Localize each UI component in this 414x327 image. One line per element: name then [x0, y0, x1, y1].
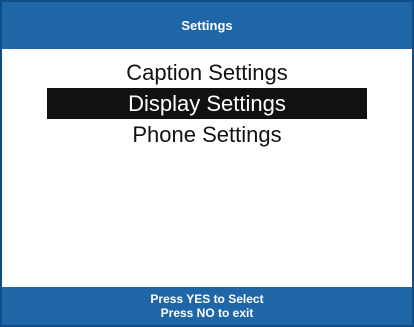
select-instruction: Press YES to Select: [150, 292, 264, 306]
settings-screen: Settings Caption Settings Display Settin…: [0, 0, 414, 327]
exit-instruction: Press NO to exit: [160, 306, 254, 320]
instruction-footer: Press YES to Select Press NO to exit: [0, 287, 414, 327]
menu-item-phone-settings[interactable]: Phone Settings: [47, 119, 367, 150]
page-title: Settings: [181, 18, 233, 33]
title-bar: Settings: [0, 0, 414, 49]
menu-item-caption-settings[interactable]: Caption Settings: [47, 57, 367, 88]
menu-panel: Caption Settings Display Settings Phone …: [0, 49, 414, 287]
settings-menu: Caption Settings Display Settings Phone …: [2, 57, 412, 150]
menu-item-display-settings[interactable]: Display Settings: [47, 88, 367, 119]
